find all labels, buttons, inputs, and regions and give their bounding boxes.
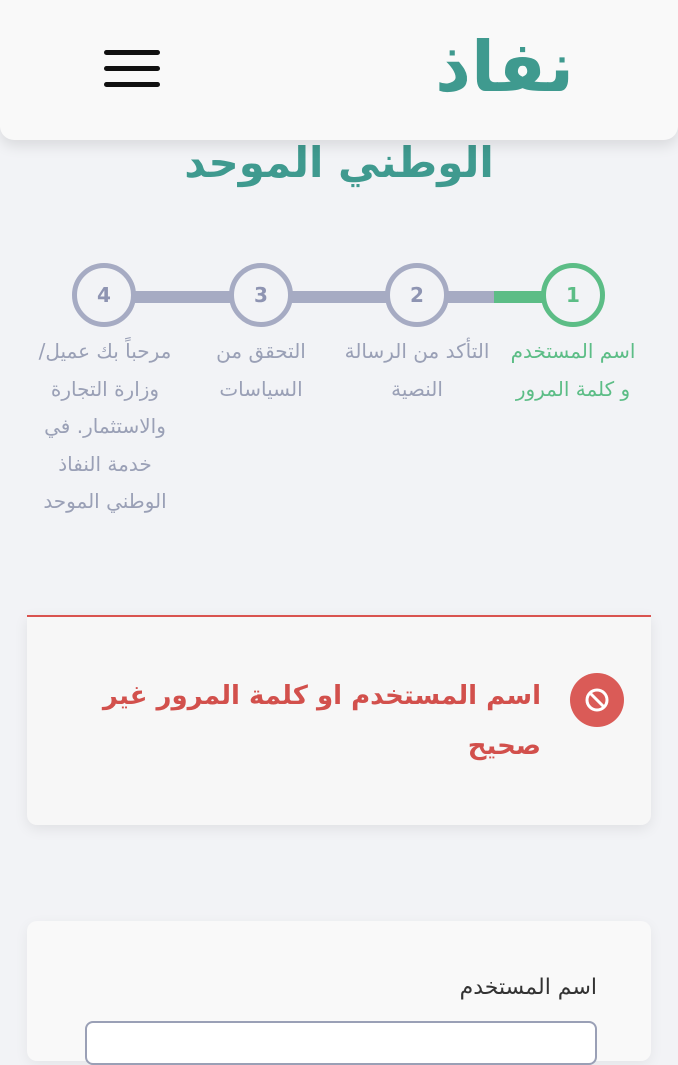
username-label: اسم المستخدم [459,975,597,1000]
block-icon [570,673,624,727]
step-2-circle: 2 [385,263,449,327]
menu-line [104,66,160,71]
step-1-label: اسم المستخدم و كلمة المرور [510,339,636,401]
menu-line [104,50,160,55]
step-4-label: مرحباً بك عميل/ وزارة التجارة والاستثمار… [38,339,172,513]
hamburger-menu-icon[interactable] [104,48,160,90]
step-3-label: التحقق من السياسات [216,339,306,401]
step-3-circle: 3 [229,263,293,327]
error-alert: اسم المستخدم او كلمة المرور غير صحيح [27,615,651,825]
error-message: اسم المستخدم او كلمة المرور غير صحيح [102,681,541,761]
step-1-circle: 1 [541,263,605,327]
nafath-logo[interactable]: نفاذ [435,22,574,112]
menu-line [104,82,160,87]
login-form: اسم المستخدم [27,921,651,1065]
top-bar: نفاذ [0,0,678,140]
step-2-label: التأكد من الرسالة النصية [344,339,490,401]
username-input[interactable] [85,1021,597,1065]
step-4-circle: 4 [72,263,136,327]
